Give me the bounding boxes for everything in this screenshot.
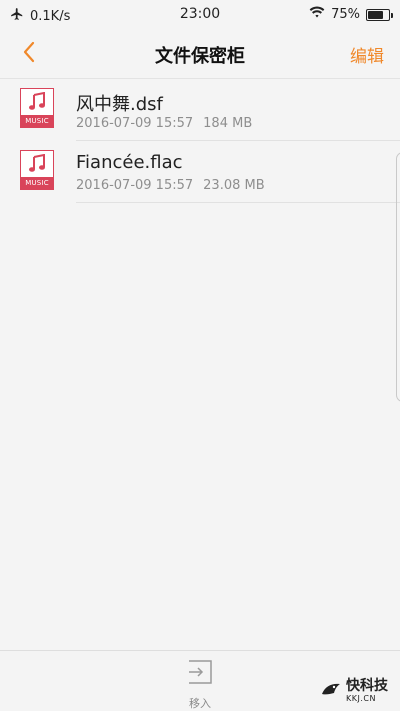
nav-bar: 文件保密柜 编辑 (0, 30, 400, 78)
file-name: 风中舞.dsf (76, 94, 163, 115)
file-meta: 2016-07-09 15:57 184 MB (76, 116, 252, 131)
page-title: 文件保密柜 (155, 46, 245, 67)
file-name: Fiancée.flac (76, 152, 183, 173)
watermark-logo: 快科技 KKJ.CN (320, 679, 388, 703)
music-note-icon (21, 154, 53, 176)
list-item[interactable]: MUSIC Fiancée.flac 2016-07-09 15:57 23.08… (0, 141, 400, 203)
watermark-main: 快科技 (346, 678, 388, 694)
bottom-toolbar: 移入 快科技 KKJ.CN (0, 650, 400, 711)
file-size: 184 MB (203, 116, 253, 131)
file-list: MUSIC 风中舞.dsf 2016-07-09 15:57 184 MB MUS… (0, 79, 400, 203)
battery-percent: 75% (331, 7, 360, 22)
watermark-sub: KKJ.CN (346, 694, 376, 703)
row-divider (76, 202, 400, 203)
wifi-icon (309, 6, 325, 23)
file-size: 23.08 MB (203, 178, 265, 193)
move-in-button[interactable]: 移入 (175, 657, 225, 710)
battery-icon (366, 8, 393, 21)
watermark-icon (320, 680, 342, 702)
music-file-icon: MUSIC (20, 88, 54, 128)
music-badge: MUSIC (21, 115, 53, 127)
edit-button[interactable]: 编辑 (350, 42, 384, 67)
move-in-icon (185, 657, 215, 691)
edge-panel-handle[interactable] (396, 152, 400, 402)
list-item[interactable]: MUSIC 风中舞.dsf 2016-07-09 15:57 184 MB (0, 79, 400, 141)
file-date: 2016-07-09 15:57 (76, 178, 194, 193)
move-in-label: 移入 (189, 697, 211, 710)
status-bar: 0.1K/s 23:00 75% (0, 0, 400, 30)
music-badge: MUSIC (21, 177, 53, 189)
status-right: 75% (309, 6, 393, 23)
file-meta: 2016-07-09 15:57 23.08 MB (76, 178, 265, 193)
file-date: 2016-07-09 15:57 (76, 116, 194, 131)
music-note-icon (21, 92, 53, 114)
music-file-icon: MUSIC (20, 150, 54, 190)
